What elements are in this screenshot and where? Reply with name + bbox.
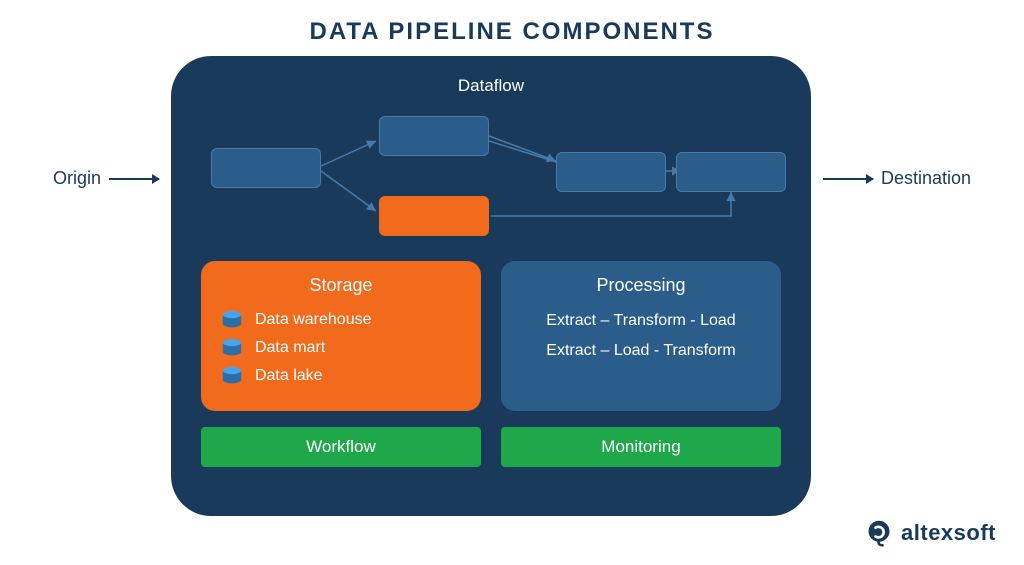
dataflow-label: Dataflow — [201, 76, 781, 96]
storage-item-label: Data lake — [255, 367, 323, 385]
diagram-title: DATA PIPELINE COMPONENTS — [0, 0, 1024, 46]
processing-title: Processing — [521, 275, 761, 296]
brand-text: altexsoft — [901, 520, 996, 546]
storage-item-lake: Data lake — [221, 362, 461, 390]
brand-mark-icon — [865, 519, 893, 547]
flow-node-3-orange — [379, 196, 489, 236]
origin-text: Origin — [53, 168, 101, 189]
flow-node-2 — [379, 116, 489, 156]
processing-line-etl: Extract – Transform - Load — [521, 306, 761, 336]
storage-item-mart: Data mart — [221, 334, 461, 362]
main-panel: Dataflow Sto — [171, 56, 811, 516]
cards-row: Storage Data warehouse Data mart — [201, 261, 781, 411]
storage-title: Storage — [221, 275, 461, 296]
database-icon — [221, 310, 243, 330]
destination-arrow-icon — [823, 178, 873, 180]
storage-item-label: Data warehouse — [255, 311, 372, 329]
workflow-bar: Workflow — [201, 427, 481, 467]
flow-node-4 — [556, 152, 666, 192]
monitoring-bar: Monitoring — [501, 427, 781, 467]
destination-label-group: Destination — [823, 168, 971, 189]
storage-item-label: Data mart — [255, 339, 325, 357]
storage-list: Data warehouse Data mart Data lake — [221, 306, 461, 390]
origin-label-group: Origin — [53, 168, 159, 189]
origin-arrow-icon — [109, 178, 159, 180]
storage-item-warehouse: Data warehouse — [221, 306, 461, 334]
database-icon — [221, 366, 243, 386]
bottom-bars: Workflow Monitoring — [201, 427, 781, 467]
storage-card: Storage Data warehouse Data mart — [201, 261, 481, 411]
flow-node-1 — [211, 148, 321, 188]
dataflow-area — [201, 106, 781, 256]
processing-line-elt: Extract – Load - Transform — [521, 336, 761, 366]
diagram-layout: Origin Dataflow — [0, 56, 1024, 516]
destination-text: Destination — [881, 168, 971, 189]
brand-logo: altexsoft — [865, 519, 996, 547]
database-icon — [221, 338, 243, 358]
processing-card: Processing Extract – Transform - Load Ex… — [501, 261, 781, 411]
flow-node-5 — [676, 152, 786, 192]
